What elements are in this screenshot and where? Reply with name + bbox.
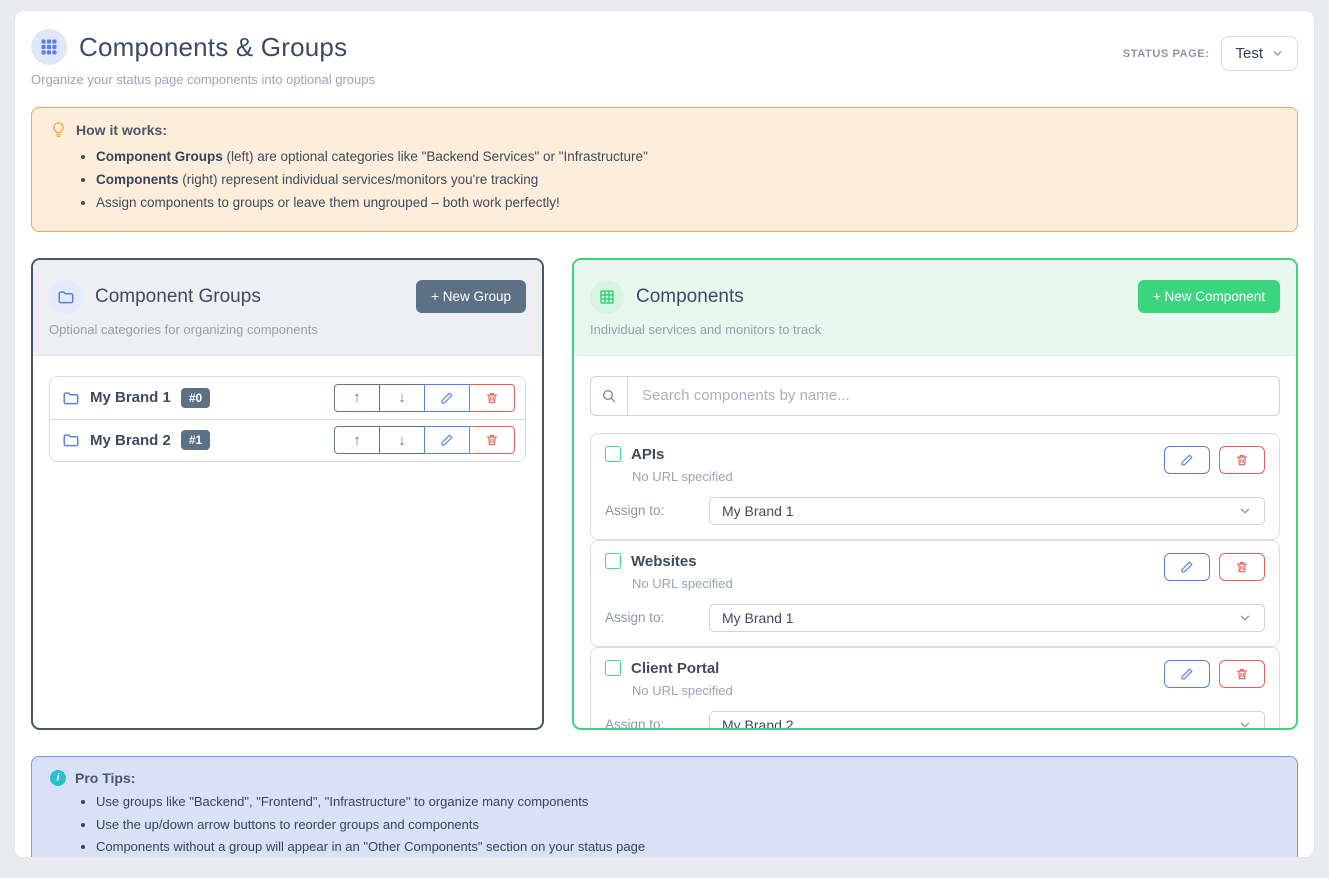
- delete-group-button[interactable]: [469, 426, 515, 454]
- table-grid-icon: [590, 280, 624, 314]
- info-icon: i: [50, 770, 66, 786]
- pencil-icon: [1180, 667, 1194, 681]
- groups-panel-subtitle: Optional categories for organizing compo…: [49, 322, 526, 337]
- move-down-button[interactable]: ↓: [379, 384, 425, 412]
- assigned-group-value: My Brand 1: [722, 610, 794, 626]
- pencil-icon: [1180, 453, 1194, 467]
- group-actions: ↑ ↓: [334, 384, 515, 412]
- component-card: Client Portal No URL specified: [590, 647, 1280, 730]
- pro-tips-bullet: Use groups like "Backend", "Frontend", "…: [96, 793, 1279, 812]
- pencil-icon: [1180, 560, 1194, 574]
- groups-panel-title: Component Groups: [95, 286, 261, 308]
- component-name: Client Portal: [631, 660, 719, 677]
- chevron-down-icon: [1238, 718, 1252, 730]
- chevron-down-icon: [1238, 504, 1252, 518]
- components-panel-subtitle: Individual services and monitors to trac…: [590, 322, 1280, 337]
- group-row: My Brand 2 #1 ↑ ↓: [50, 419, 525, 461]
- move-up-button[interactable]: ↑: [334, 426, 380, 454]
- how-it-works-callout: How it works: Component Groups (left) ar…: [31, 107, 1298, 232]
- page-subtitle: Organize your status page components int…: [31, 72, 375, 87]
- assigned-group-value: My Brand 1: [722, 503, 794, 519]
- component-card: APIs No URL specified: [590, 433, 1280, 540]
- edit-group-button[interactable]: [424, 426, 470, 454]
- components-groups-page: Components & Groups Organize your status…: [14, 10, 1315, 858]
- group-name: My Brand 2: [90, 432, 171, 449]
- how-it-works-list: Component Groups (left) are optional cat…: [96, 145, 1279, 215]
- group-order-badge: #1: [181, 430, 210, 450]
- lightbulb-icon: [50, 121, 67, 138]
- components-grid-icon: [31, 29, 67, 65]
- move-down-button[interactable]: ↓: [379, 426, 425, 454]
- how-it-works-bullet: Component Groups (left) are optional cat…: [96, 145, 1279, 168]
- new-component-button[interactable]: + New Component: [1138, 280, 1280, 313]
- trash-icon: [485, 433, 499, 447]
- delete-component-button[interactable]: [1219, 553, 1265, 581]
- trash-icon: [1235, 453, 1249, 467]
- component-name: Websites: [631, 553, 697, 570]
- assign-group-select[interactable]: My Brand 1: [709, 497, 1265, 525]
- trash-icon: [485, 391, 499, 405]
- delete-group-button[interactable]: [469, 384, 515, 412]
- status-page-value: Test: [1235, 45, 1263, 62]
- components-panel-title: Components: [636, 286, 744, 308]
- assign-to-label: Assign to:: [605, 503, 709, 518]
- edit-component-button[interactable]: [1164, 660, 1210, 688]
- component-checkbox[interactable]: [605, 446, 621, 462]
- how-it-works-bullet: Assign components to groups or leave the…: [96, 191, 1279, 214]
- search-components-input[interactable]: [628, 376, 1280, 416]
- component-search: [590, 376, 1280, 416]
- component-checkbox[interactable]: [605, 660, 621, 676]
- component-groups-panel: Component Groups + New Group Optional ca…: [31, 258, 544, 730]
- how-it-works-bullet: Components (right) represent individual …: [96, 168, 1279, 191]
- component-card: Websites No URL specified: [590, 540, 1280, 647]
- page-title: Components & Groups: [79, 32, 347, 63]
- chevron-down-icon: [1271, 47, 1284, 60]
- status-page-label: STATUS PAGE:: [1123, 48, 1210, 60]
- group-name: My Brand 1: [90, 389, 171, 406]
- pro-tips-callout: i Pro Tips: Use groups like "Backend", "…: [31, 756, 1298, 858]
- assigned-group-value: My Brand 2: [722, 717, 794, 730]
- assign-to-label: Assign to:: [605, 610, 709, 625]
- chevron-down-icon: [1238, 611, 1252, 625]
- page-header: Components & Groups Organize your status…: [31, 29, 1298, 87]
- edit-group-button[interactable]: [424, 384, 470, 412]
- folder-icon: [62, 389, 80, 407]
- pencil-icon: [440, 433, 454, 447]
- components-panel: Components + New Component Individual se…: [572, 258, 1298, 730]
- group-list: My Brand 1 #0 ↑ ↓: [49, 376, 526, 462]
- component-url-text: No URL specified: [632, 683, 733, 698]
- edit-component-button[interactable]: [1164, 446, 1210, 474]
- folder-icon: [62, 431, 80, 449]
- how-it-works-title: How it works:: [76, 122, 167, 138]
- status-page-selector[interactable]: Test: [1221, 36, 1298, 71]
- folder-icon: [49, 280, 83, 314]
- pencil-icon: [440, 391, 454, 405]
- component-url-text: No URL specified: [632, 576, 733, 591]
- assign-to-label: Assign to:: [605, 717, 709, 730]
- move-up-button[interactable]: ↑: [334, 384, 380, 412]
- group-actions: ↑ ↓: [334, 426, 515, 454]
- edit-component-button[interactable]: [1164, 553, 1210, 581]
- component-name: APIs: [631, 446, 664, 463]
- pro-tips-bullet: Use the up/down arrow buttons to reorder…: [96, 816, 1279, 835]
- trash-icon: [1235, 560, 1249, 574]
- group-order-badge: #0: [181, 388, 210, 408]
- search-icon: [590, 376, 628, 416]
- delete-component-button[interactable]: [1219, 660, 1265, 688]
- pro-tips-bullet: Components without a group will appear i…: [96, 838, 1279, 857]
- component-checkbox[interactable]: [605, 553, 621, 569]
- trash-icon: [1235, 667, 1249, 681]
- pro-tips-title: Pro Tips:: [75, 770, 135, 786]
- assign-group-select[interactable]: My Brand 1: [709, 604, 1265, 632]
- group-row: My Brand 1 #0 ↑ ↓: [50, 377, 525, 419]
- pro-tips-list: Use groups like "Backend", "Frontend", "…: [96, 793, 1279, 858]
- assign-group-select[interactable]: My Brand 2: [709, 711, 1265, 730]
- component-url-text: No URL specified: [632, 469, 733, 484]
- delete-component-button[interactable]: [1219, 446, 1265, 474]
- new-group-button[interactable]: + New Group: [416, 280, 526, 313]
